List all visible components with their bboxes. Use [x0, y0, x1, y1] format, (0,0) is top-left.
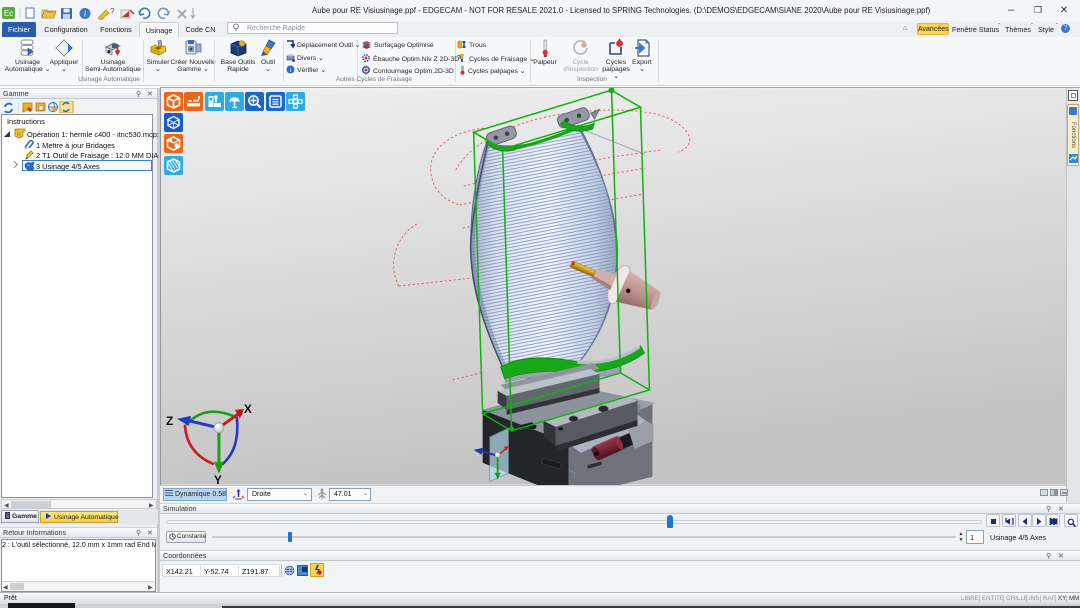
- svg-text:i: i: [290, 67, 292, 74]
- svg-text:Y: Y: [214, 473, 222, 485]
- svg-text:Z: Z: [166, 414, 173, 428]
- svg-text:i: i: [84, 10, 86, 19]
- svg-text:X: X: [244, 402, 252, 416]
- svg-text:?: ?: [110, 7, 115, 16]
- svg-text:Ec: Ec: [4, 9, 13, 18]
